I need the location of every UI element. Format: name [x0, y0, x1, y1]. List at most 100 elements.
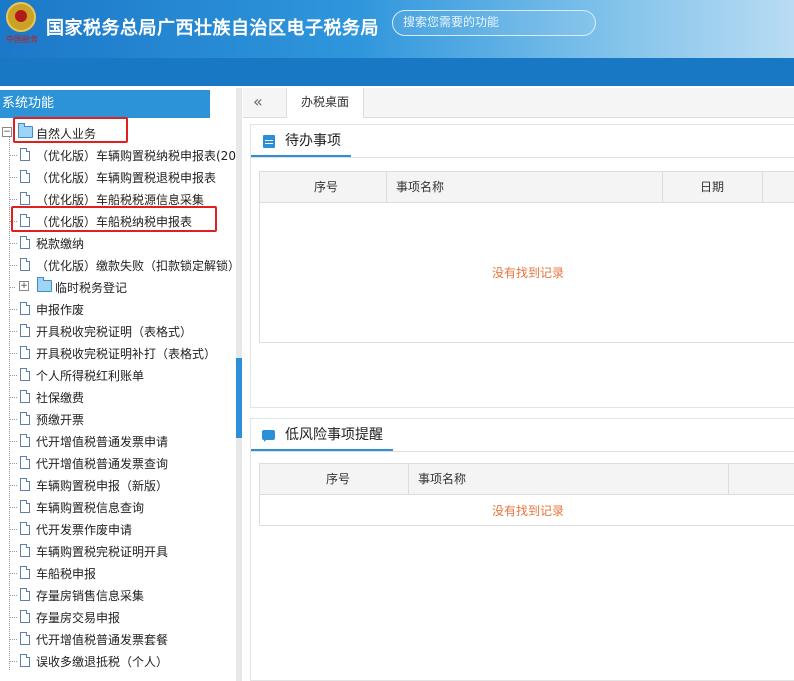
todo-panel-title: 待办事项 — [251, 125, 351, 157]
tree-item-label: 存量房交易申报 — [36, 611, 121, 625]
sidebar: 系统功能 − 自然人业务 （优化版）车辆购置税纳税申报表(20 （优化版）车辆购… — [0, 88, 242, 681]
highlight-box — [11, 206, 217, 232]
tree-item[interactable]: 社保缴费 — [0, 386, 236, 408]
tree-item[interactable]: （优化版）车辆购置税退税申报表 — [0, 166, 236, 188]
document-icon — [20, 170, 30, 183]
tree-item[interactable]: 代开增值税普通发票套餐 — [0, 628, 236, 650]
tree-item-label: 代开增值税普通发票套餐 — [36, 633, 169, 647]
document-icon — [20, 544, 30, 557]
search-input[interactable]: 搜索您需要的功能 — [392, 10, 596, 36]
tree-item[interactable]: 个人所得税红利账单 — [0, 364, 236, 386]
tree-item[interactable]: 代开发票作废申请 — [0, 518, 236, 540]
tree-item[interactable]: （优化版）车辆购置税纳税申报表(20 — [0, 144, 236, 166]
document-icon — [20, 258, 30, 271]
empty-message: 没有找到记录 — [491, 266, 564, 280]
tree-item[interactable]: 车辆购置税申报（新版） — [0, 474, 236, 496]
tree-item[interactable]: 开具税收完税证明补打（表格式） — [0, 342, 236, 364]
tree-item-label: 个人所得税红利账单 — [36, 369, 145, 383]
document-icon — [20, 368, 30, 381]
tree-item-label: 代开增值税普通发票申请 — [36, 435, 169, 449]
tree-item-label: 车船税申报 — [36, 567, 97, 581]
tree-item-label: 临时税务登记 — [55, 281, 128, 295]
risk-title-text: 低风险事项提醒 — [285, 427, 383, 443]
tree-item-label: 车辆购置税申报（新版） — [36, 479, 169, 493]
document-icon — [20, 148, 30, 161]
document-icon — [20, 522, 30, 535]
table-header: 序号 事项名称 日期 — [260, 172, 794, 203]
tree-item[interactable]: 存量房销售信息采集 — [0, 584, 236, 606]
tree-item-label: 误收多缴退抵税（个人） — [36, 655, 169, 669]
tree-item-label: 代开增值税普通发票查询 — [36, 457, 169, 471]
tree-item[interactable]: 车船税申报 — [0, 562, 236, 584]
tree-item-label: 代开发票作废申请 — [36, 523, 133, 537]
scrollbar-thumb[interactable] — [236, 358, 242, 438]
document-icon — [20, 302, 30, 315]
document-icon — [20, 346, 30, 359]
tree-item[interactable]: 存量房交易申报 — [0, 606, 236, 628]
document-icon — [20, 412, 30, 425]
risk-panel: 低风险事项提醒 序号 事项名称 没有找到记录 — [250, 418, 794, 681]
document-icon — [20, 654, 30, 667]
sidebar-title: 系统功能 — [0, 90, 210, 118]
tree-item-label: （优化版）车辆购置税纳税申报表(20 — [36, 149, 236, 163]
document-icon — [20, 478, 30, 491]
todo-table: 序号 事项名称 日期 没有找到记录 — [259, 171, 794, 343]
tree-item-label: 预缴开票 — [36, 413, 85, 427]
document-icon — [20, 610, 30, 623]
collapse-icon[interactable]: − — [2, 127, 12, 137]
document-icon — [20, 566, 30, 579]
tree-item-label: （优化版）车辆购置税退税申报表 — [36, 171, 217, 185]
highlight-box — [13, 117, 128, 143]
tree-item[interactable]: 开具税收完税证明（表格式） — [0, 320, 236, 342]
column-header: 事项名称 — [396, 180, 445, 194]
tree-item-label: 申报作废 — [36, 303, 85, 317]
tree-folder-temp-registration[interactable]: + 临时税务登记 — [0, 276, 236, 298]
tax-emblem-icon — [6, 2, 36, 32]
todo-title-text: 待办事项 — [285, 133, 341, 149]
chat-icon — [262, 430, 275, 442]
tree-item[interactable]: 车辆购置税信息查询 — [0, 496, 236, 518]
tree-item[interactable]: 预缴开票 — [0, 408, 236, 430]
sidebar-scrollbar[interactable] — [236, 88, 242, 681]
calendar-icon — [263, 135, 275, 148]
todo-panel: 待办事项 序号 事项名称 日期 没有找到记录 — [250, 124, 794, 408]
tree-item[interactable]: 代开增值税普通发票查询 — [0, 452, 236, 474]
site-header: 中国税务 国家税务总局广西壮族自治区电子税务局 搜索您需要的功能 — [0, 0, 794, 58]
document-icon — [20, 192, 30, 205]
document-icon — [20, 456, 30, 469]
tree-item[interactable]: 误收多缴退抵税（个人） — [0, 650, 236, 672]
tab-bar: « 办税桌面 — [243, 88, 794, 118]
collapse-sidebar-icon[interactable]: « — [253, 92, 263, 112]
document-icon — [20, 390, 30, 403]
document-icon — [20, 434, 30, 447]
site-title: 国家税务总局广西壮族自治区电子税务局 — [46, 18, 379, 39]
tree-item-label: 社保缴费 — [36, 391, 85, 405]
empty-message: 没有找到记录 — [491, 504, 564, 518]
column-header: 序号 — [314, 180, 339, 194]
table-header: 序号 事项名称 — [260, 464, 794, 495]
tree-item-label: （优化版）缴款失败（扣款锁定解锁） — [36, 259, 236, 273]
tree-item[interactable]: 代开增值税普通发票申请 — [0, 430, 236, 452]
risk-panel-title: 低风险事项提醒 — [251, 419, 393, 451]
document-icon — [20, 500, 30, 513]
tab-desktop[interactable]: 办税桌面 — [286, 88, 365, 118]
tree-item-label: 开具税收完税证明（表格式） — [36, 325, 193, 339]
tree-item[interactable]: 车辆购置税完税证明开具 — [0, 540, 236, 562]
folder-icon — [37, 277, 52, 292]
column-header: 事项名称 — [418, 472, 467, 486]
document-icon — [20, 236, 30, 249]
column-header: 日期 — [700, 180, 725, 194]
document-icon — [20, 632, 30, 645]
risk-table: 序号 事项名称 没有找到记录 — [259, 463, 794, 526]
tree-item-label: 存量房销售信息采集 — [36, 589, 145, 603]
expand-icon[interactable]: + — [19, 281, 29, 291]
document-icon — [20, 324, 30, 337]
tree-item[interactable]: 税款缴纳 — [0, 232, 236, 254]
emblem-text: 中国税务 — [6, 35, 38, 44]
tree-item-label: 车辆购置税完税证明开具 — [36, 545, 169, 559]
top-navbar — [0, 58, 794, 136]
tree-item[interactable]: （优化版）缴款失败（扣款锁定解锁） — [0, 254, 236, 276]
tree-item-label: 税款缴纳 — [36, 237, 85, 251]
tree-item[interactable]: 申报作废 — [0, 298, 236, 320]
document-icon — [20, 588, 30, 601]
